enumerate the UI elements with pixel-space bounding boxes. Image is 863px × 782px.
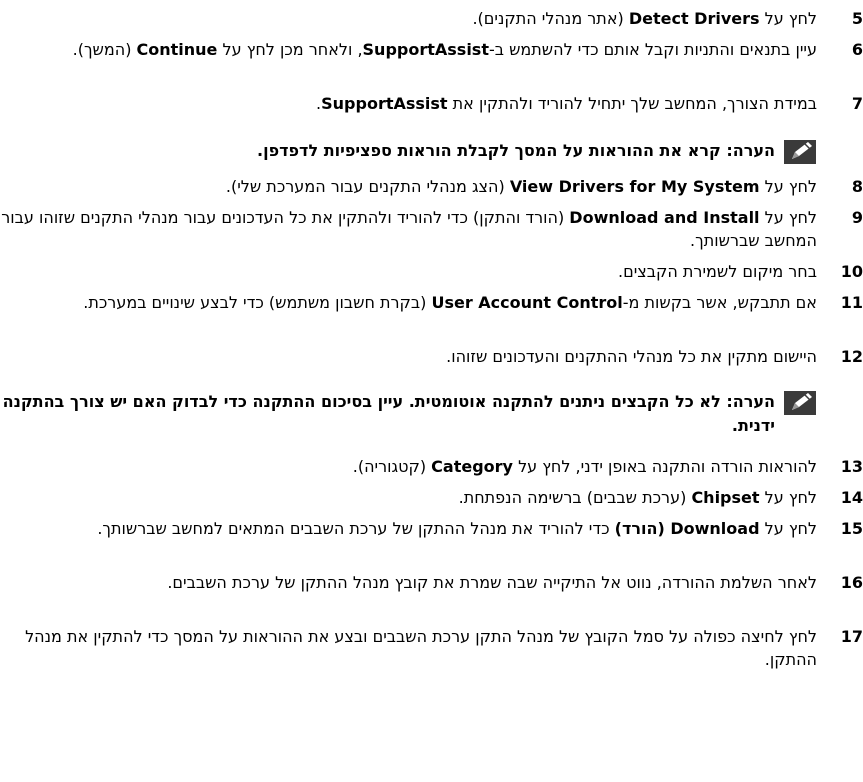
step-text: עיין בתנאים והתניות וקבל אותם כדי להשתמש… (72, 40, 817, 59)
ui-term: Detect Drivers (628, 9, 760, 28)
step-9: 9 לחץ על Download and Install (הורד והתק… (0, 206, 863, 252)
step-number: 6 (851, 40, 863, 59)
step-text: במידת הצורך, המחשב שלך יתחיל להוריד ולהת… (316, 94, 817, 113)
step-number: 9 (851, 208, 863, 227)
ui-term: User Account Control (431, 293, 623, 312)
step-text: להוראות הורדה והתקנה באופן ידני, לחץ על … (352, 457, 817, 476)
step-17: 17 לחץ לחיצה כפולה על סמל הקובץ של מנהל … (0, 625, 863, 671)
ui-term: SupportAssist (321, 94, 448, 113)
step-text: לחץ על Detect Drivers (אתר מנהלי התקנים)… (472, 9, 817, 28)
step-8: 8 לחץ על View Drivers for My System (הצג… (0, 175, 863, 198)
step-text: אם תתבקש, אשר בקשות מ-User Account Contr… (83, 293, 817, 312)
step-number: 10 (840, 262, 863, 281)
note-text: הערה: לא כל הקבצים ניתנים להתקנה אוטומטי… (2, 392, 775, 435)
step-10: 10 בחר מיקום לשמירת הקבצים. (0, 260, 863, 283)
ui-term: Continue (136, 40, 218, 59)
step-number: 13 (840, 457, 863, 476)
step-13: 13 להוראות הורדה והתקנה באופן ידני, לחץ … (0, 455, 863, 478)
step-number: 14 (840, 488, 863, 507)
step-11: 11 אם תתבקש, אשר בקשות מ-User Account Co… (0, 291, 863, 314)
note-2: הערה: לא כל הקבצים ניתנים להתקנה אוטומטי… (0, 390, 863, 438)
step-text: לחץ לחיצה כפולה על סמל הקובץ של מנהל התק… (25, 627, 817, 669)
ui-term: SupportAssist (362, 40, 489, 59)
note-pencil-icon (784, 140, 816, 164)
step-text: לחץ על Download and Install (הורד והתקן)… (1, 208, 817, 250)
step-text: בחר מיקום לשמירת הקבצים. (617, 262, 817, 281)
step-text: לחץ על View Drivers for My System (הצג מ… (225, 177, 817, 196)
ui-term: Category (431, 457, 513, 476)
step-number: 17 (840, 627, 863, 646)
step-number: 12 (840, 347, 863, 366)
note-1: הערה: קרא את ההוראות על המסך לקבלת הוראו… (0, 139, 863, 164)
ui-term: Download (הורד) (614, 519, 760, 538)
step-16: 16 לאחר השלמת ההורדה, נווט אל התיקייה שב… (0, 571, 863, 594)
step-number: 16 (840, 573, 863, 592)
step-5: 5 לחץ על Detect Drivers (אתר מנהלי התקני… (0, 7, 863, 30)
instruction-page: 5 לחץ על Detect Drivers (אתר מנהלי התקני… (0, 0, 863, 782)
step-number: 5 (851, 9, 863, 28)
step-12: 12 היישום מתקין את כל מנהלי ההתקנים והעד… (0, 345, 863, 368)
step-number: 8 (851, 177, 863, 196)
step-14: 14 לחץ על Chipset (ערכת שבבים) ברשימה הנ… (0, 486, 863, 509)
note-text: הערה: קרא את ההוראות על המסך לקבלת הוראו… (257, 141, 775, 160)
step-number: 7 (851, 94, 863, 113)
step-text: היישום מתקין את כל מנהלי ההתקנים והעדכונ… (446, 347, 817, 366)
ui-term: View Drivers for My System (509, 177, 760, 196)
note-pencil-icon (784, 391, 816, 415)
step-15: 15 לחץ על Download (הורד) כדי להוריד את … (0, 517, 863, 540)
ui-term: Chipset (691, 488, 760, 507)
step-7: 7 במידת הצורך, המחשב שלך יתחיל להוריד ול… (0, 92, 863, 115)
step-text: לחץ על Download (הורד) כדי להוריד את מנה… (97, 519, 817, 538)
step-6: 6 עיין בתנאים והתניות וקבל אותם כדי להשת… (0, 38, 863, 61)
step-number: 15 (840, 519, 863, 538)
step-text: לאחר השלמת ההורדה, נווט אל התיקייה שבה ש… (167, 573, 817, 592)
step-number: 11 (840, 293, 863, 312)
step-text: לחץ על Chipset (ערכת שבבים) ברשימה הנפתח… (458, 488, 817, 507)
ui-term: Download and Install (569, 208, 760, 227)
